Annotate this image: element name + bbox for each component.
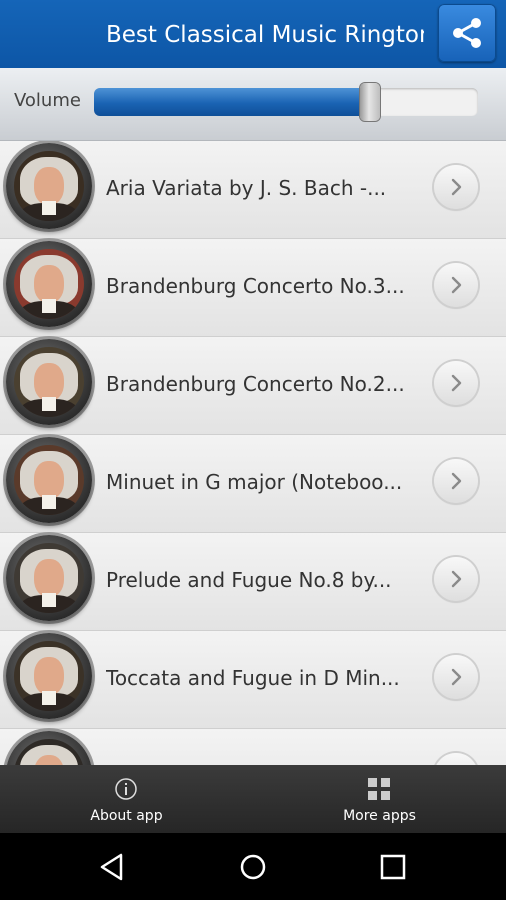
chevron-right-button[interactable] [434,655,478,699]
home-icon[interactable] [239,853,267,881]
ringtone-title [106,729,406,765]
volume-fill [94,88,371,116]
ringtone-title: Aria Variata by J. S. Bach -... [106,176,387,200]
about-app-label: About app [90,808,163,824]
chevron-right-icon [451,374,462,392]
ringtone-title: Prelude and Fugue No.8 by... [106,568,392,592]
system-nav-bar [0,833,506,900]
volume-label: Volume [14,90,81,111]
share-icon [453,18,481,48]
recents-icon[interactable] [380,854,406,880]
more-apps-button[interactable]: More apps [253,765,506,833]
ringtone-row[interactable] [0,729,506,765]
composer-portrait[interactable] [6,633,92,719]
about-app-button[interactable]: About app [0,765,253,833]
chevron-right-button[interactable] [434,557,478,601]
ringtone-list: Aria Variata by J. S. Bach -... Brandenbu… [0,141,506,765]
chevron-right-button[interactable] [434,263,478,307]
composer-portrait[interactable] [6,731,92,765]
composer-portrait[interactable] [6,241,92,327]
chevron-right-button[interactable] [434,753,478,765]
grid-icon [368,778,390,800]
ringtone-row[interactable]: Brandenburg Concerto No.3... [0,239,506,337]
volume-thumb[interactable] [360,83,381,121]
chevron-right-icon [451,668,462,686]
info-icon [115,778,137,800]
chevron-right-button[interactable] [434,165,478,209]
composer-portrait[interactable] [6,437,92,523]
app-title: Best Classical Music Ringtones [106,22,424,48]
share-button[interactable] [438,4,496,62]
chevron-right-button[interactable] [434,361,478,405]
composer-portrait[interactable] [6,143,92,229]
ringtone-row[interactable]: Minuet in G major (Noteboo... [0,435,506,533]
ringtone-row[interactable]: Toccata and Fugue in D Min... [0,631,506,729]
chevron-right-icon [451,472,462,490]
ringtone-row[interactable]: Prelude and Fugue No.8 by... [0,533,506,631]
back-icon[interactable] [99,853,125,881]
more-apps-label: More apps [343,808,416,824]
app-bar: Best Classical Music Ringtones [0,0,506,68]
chevron-right-icon [451,570,462,588]
ringtone-title: Brandenburg Concerto No.3... [106,274,405,298]
chevron-right-icon [451,276,462,294]
ringtone-title: Toccata and Fugue in D Min... [106,666,400,690]
bottom-nav: About app More apps [0,765,506,833]
ringtone-row[interactable]: Brandenburg Concerto No.2... [0,337,506,435]
ringtone-title: Brandenburg Concerto No.2... [106,372,405,396]
ringtone-title: Minuet in G major (Noteboo... [106,470,403,494]
volume-slider[interactable] [94,83,478,121]
chevron-right-button[interactable] [434,459,478,503]
composer-portrait[interactable] [6,535,92,621]
composer-portrait[interactable] [6,339,92,425]
chevron-right-icon [451,178,462,196]
ringtone-row[interactable]: Aria Variata by J. S. Bach -... [0,141,506,239]
